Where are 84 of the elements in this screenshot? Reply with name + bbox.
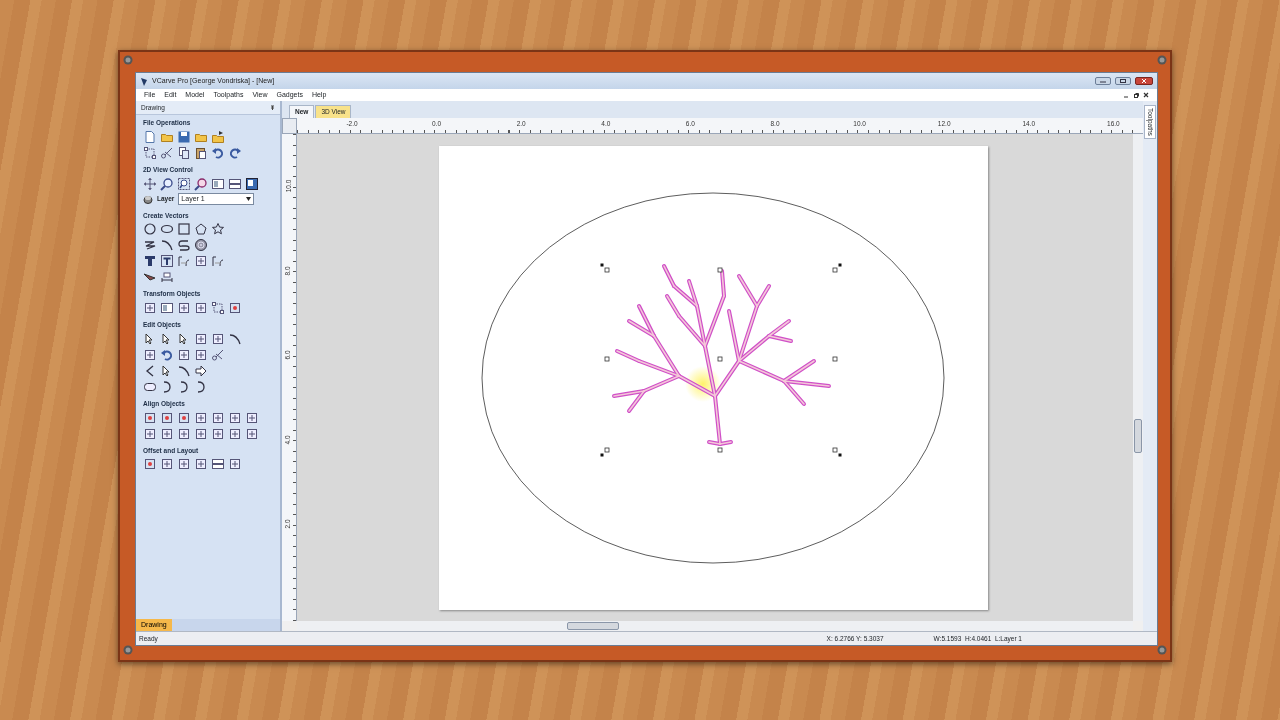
screw-icon: [123, 55, 133, 65]
tool-icon[interactable]: [211, 410, 225, 425]
layers-icon: [143, 193, 153, 204]
target-icon[interactable]: [143, 457, 157, 472]
panel-icon[interactable]: [245, 176, 259, 191]
tool-icon[interactable]: [160, 457, 174, 472]
close-icon[interactable]: [1135, 77, 1153, 85]
paste-icon[interactable]: [194, 145, 208, 160]
maximize-icon[interactable]: [1115, 77, 1131, 85]
tool-icon[interactable]: [177, 426, 191, 441]
curve-icon[interactable]: [177, 363, 191, 378]
target-icon[interactable]: [177, 410, 191, 425]
restore-icon[interactable]: [1133, 92, 1139, 98]
panel-icon[interactable]: [228, 176, 242, 191]
selection-handle[interactable]: [832, 356, 838, 362]
tool-icon[interactable]: [143, 347, 157, 362]
screw-icon: [123, 645, 133, 655]
app-logo-icon: [140, 76, 148, 86]
selection-handle[interactable]: [717, 447, 723, 453]
selection-handle[interactable]: [717, 267, 723, 273]
selection-handle[interactable]: [604, 267, 610, 273]
tool-icon[interactable]: [160, 426, 174, 441]
screw-icon: [1157, 645, 1167, 655]
target-icon[interactable]: [160, 410, 174, 425]
folder-icon[interactable]: [211, 129, 225, 144]
magnifier-icon[interactable]: [160, 176, 174, 191]
target-icon[interactable]: [228, 301, 242, 315]
tool-icon[interactable]: [194, 347, 208, 362]
tool-icon[interactable]: [143, 426, 157, 441]
scissors-icon[interactable]: [160, 145, 174, 160]
move-cross-icon[interactable]: [143, 176, 157, 191]
spiral-icon[interactable]: [194, 238, 208, 253]
selection-handle[interactable]: [604, 447, 610, 453]
t-shape-icon[interactable]: [143, 254, 157, 269]
dimension-icon[interactable]: [160, 270, 174, 285]
tool-icon[interactable]: [245, 410, 259, 425]
selection-handle[interactable]: [832, 267, 838, 273]
tool-icon[interactable]: [228, 410, 242, 425]
panel-icon[interactable]: [160, 301, 174, 315]
tool-icon[interactable]: [177, 301, 191, 315]
magnifier-icon[interactable]: [177, 176, 191, 191]
arrow-icon[interactable]: [194, 363, 208, 378]
tool-icon[interactable]: [228, 457, 242, 472]
curve-icon[interactable]: [228, 331, 242, 346]
tool-icon[interactable]: [194, 301, 208, 315]
undo-arrow-icon[interactable]: [160, 347, 174, 362]
undo-arrow-icon[interactable]: [211, 145, 225, 160]
selection-box-icon[interactable]: [211, 301, 225, 315]
s-curve-icon[interactable]: [177, 238, 191, 253]
scrollbar-thumb[interactable]: [567, 622, 619, 630]
scissors-icon[interactable]: [211, 347, 225, 362]
panel-icon[interactable]: [211, 176, 225, 191]
selection-handle[interactable]: [832, 447, 838, 453]
tool-icon[interactable]: [143, 301, 157, 315]
star-icon[interactable]: [211, 222, 225, 237]
page-icon[interactable]: [143, 129, 157, 144]
circle-icon[interactable]: [143, 222, 157, 237]
t-shape-icon[interactable]: [160, 254, 174, 269]
selection-handle[interactable]: [717, 356, 723, 362]
tool-icon[interactable]: [177, 457, 191, 472]
screw-icon: [1157, 55, 1167, 65]
tool-icon[interactable]: [245, 426, 259, 441]
tool-icon[interactable]: [177, 347, 191, 362]
tool-icon[interactable]: [194, 331, 208, 346]
tool-icon[interactable]: [194, 410, 208, 425]
tool-icon[interactable]: [211, 331, 225, 346]
tool-icon[interactable]: [211, 426, 225, 441]
panel-icon[interactable]: [211, 457, 225, 472]
tool-icon[interactable]: [194, 457, 208, 472]
tool-icon[interactable]: [228, 426, 242, 441]
pin-icon[interactable]: [270, 104, 275, 111]
scrollbar-thumb[interactable]: [1134, 419, 1142, 453]
tool-icon[interactable]: [194, 254, 208, 269]
target-icon[interactable]: [143, 410, 157, 425]
selection-handle[interactable]: [604, 356, 610, 362]
selection-box-icon[interactable]: [143, 145, 157, 160]
redo-arrow-icon[interactable]: [228, 145, 242, 160]
caret-icon: [246, 196, 252, 201]
copy-icon[interactable]: [177, 145, 191, 160]
close-icon[interactable]: [1143, 92, 1149, 98]
pentagon-icon[interactable]: [194, 222, 208, 237]
curve-icon[interactable]: [160, 238, 174, 253]
tool-icon[interactable]: [194, 426, 208, 441]
magnifier-icon[interactable]: [194, 176, 208, 191]
